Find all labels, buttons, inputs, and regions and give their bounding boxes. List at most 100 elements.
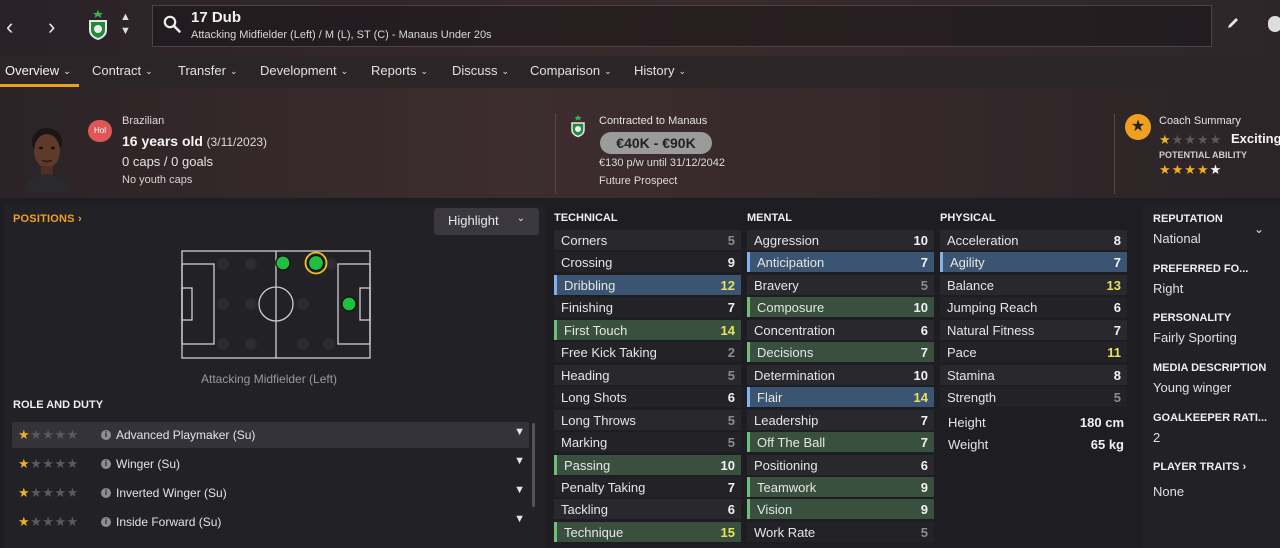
tab-comparison[interactable]: Comparison ⌄ (530, 63, 612, 78)
attribute-row[interactable]: Agility 7 (940, 252, 1127, 273)
more-icon[interactable] (1268, 16, 1280, 32)
chevron-down-icon[interactable]: ▼ (514, 455, 525, 467)
edit-pen-icon[interactable] (1226, 16, 1240, 30)
attribute-row[interactable]: Off The Ball 7 (747, 432, 934, 453)
divider (1114, 114, 1115, 194)
attribute-value: 7 (1113, 255, 1121, 271)
attribute-row[interactable]: Determination 10 (747, 364, 934, 385)
attribute-row[interactable]: Marking 5 (554, 432, 741, 453)
attribute-row[interactable]: Heading 5 (554, 364, 741, 385)
attribute-row[interactable]: Free Kick Taking 2 (554, 342, 741, 363)
attribute-row[interactable]: Long Shots 6 (554, 387, 741, 408)
attribute-row[interactable]: Acceleration 8 (940, 230, 1127, 250)
attribute-name: Decisions (757, 345, 814, 361)
tab-reports[interactable]: Reports ⌄ (371, 63, 428, 78)
player-switch-arrows[interactable]: ▲ ▼ (120, 10, 131, 38)
attribute-value: 6 (727, 390, 735, 406)
attribute-value: 5 (920, 277, 928, 293)
attribute-row[interactable]: First Touch 14 (554, 319, 741, 340)
attribute-row[interactable]: Aggression 10 (747, 230, 934, 250)
highlight-dropdown[interactable]: Highlight ⌄ (434, 208, 539, 235)
attribute-value: 2 (727, 345, 735, 361)
chevron-down-icon[interactable]: ▼ (514, 484, 525, 496)
attribute-row[interactable]: Finishing 7 (554, 297, 741, 318)
attribute-row[interactable]: Long Throws 5 (554, 409, 741, 430)
tab-history[interactable]: History ⌄ (634, 63, 686, 78)
roles-scrollbar[interactable] (532, 423, 535, 507)
positions-header[interactable]: POSITIONS › (13, 213, 82, 225)
value-range-pill[interactable]: €40K - €90K (600, 132, 712, 154)
attribute-row[interactable]: Strength 5 (940, 387, 1127, 408)
tab-transfer[interactable]: Transfer ⌄ (178, 63, 237, 78)
info-icon[interactable]: i (101, 430, 111, 440)
coach-summary-title[interactable]: Coach Summary (1159, 115, 1241, 127)
attribute-row[interactable]: Crossing 9 (554, 252, 741, 273)
youth-caps: No youth caps (122, 174, 193, 186)
role-row[interactable]: ★★★★★ i Inside Forward (Su) ▼ (12, 509, 529, 535)
attribute-value: 6 (1113, 300, 1121, 316)
attribute-row[interactable]: Positioning 6 (747, 454, 934, 475)
attribute-name: Tackling (561, 502, 608, 518)
tab-contract[interactable]: Contract ⌄ (92, 63, 153, 78)
role-stars: ★★★★★ (18, 427, 79, 442)
prospect-status: Future Prospect (599, 175, 678, 187)
tab-overview[interactable]: Overview ⌄ (5, 63, 71, 78)
attribute-value: 15 (720, 524, 735, 540)
attribute-row[interactable]: Anticipation 7 (747, 252, 934, 273)
attribute-row[interactable]: Tackling 6 (554, 499, 741, 520)
player-traits-label[interactable]: PLAYER TRAITS › (1153, 461, 1246, 473)
role-name: Inverted Winger (Su) (116, 486, 227, 500)
attribute-row[interactable]: Stamina 8 (940, 364, 1127, 385)
club-crest-icon[interactable] (86, 10, 110, 40)
role-row[interactable]: ★★★★★ i Winger (Su) ▼ (12, 451, 529, 477)
player-search-box[interactable]: 17 Dub Attacking Midfielder (Left) / M (… (152, 5, 1212, 47)
role-name: Inside Forward (Su) (116, 515, 222, 529)
role-row[interactable]: ★★★★★ i Advanced Playmaker (Su) ▼ (12, 422, 529, 448)
attribute-value: 7 (1113, 322, 1121, 338)
info-icon[interactable]: i (101, 488, 111, 498)
attribute-row[interactable]: Jumping Reach 6 (940, 297, 1127, 318)
attribute-row[interactable]: Work Rate 5 (747, 521, 934, 542)
attribute-row[interactable]: Pace 11 (940, 342, 1127, 363)
attribute-row[interactable]: Leadership 7 (747, 409, 934, 430)
chevron-down-icon[interactable]: ⌄ (1254, 222, 1264, 236)
role-row[interactable]: ★★★★★ i Inverted Winger (Su) ▼ (12, 480, 529, 506)
contract-club[interactable]: Contracted to Manaus (599, 115, 707, 127)
attribute-row[interactable]: Concentration 6 (747, 319, 934, 340)
divider (555, 114, 556, 194)
info-icon[interactable]: i (101, 459, 111, 469)
attribute-name: Marking (561, 435, 608, 451)
position-pitch[interactable] (181, 250, 371, 360)
chevron-down-icon[interactable]: ▼ (514, 426, 525, 438)
attribute-row[interactable]: Balance 13 (940, 274, 1127, 295)
attribute-name: Acceleration (947, 233, 1019, 248)
role-stars: ★★★★★ (18, 456, 79, 471)
personality-label: PERSONALITY (1153, 312, 1232, 324)
attribute-row[interactable]: Vision 9 (747, 499, 934, 520)
age: 16 years old (122, 133, 203, 149)
attribute-row[interactable]: Penalty Taking 7 (554, 476, 741, 497)
attribute-row[interactable]: Teamwork 9 (747, 476, 934, 497)
attribute-row[interactable]: Natural Fitness 7 (940, 319, 1127, 340)
chevron-down-icon[interactable]: ▼ (514, 513, 525, 525)
forward-arrow-icon[interactable]: › (48, 14, 55, 40)
info-icon[interactable]: i (101, 517, 111, 527)
mental-header: MENTAL (747, 212, 793, 224)
attribute-row[interactable]: Flair 14 (747, 387, 934, 408)
attribute-row[interactable]: Passing 10 (554, 454, 741, 475)
media-description-value: Young winger (1153, 380, 1232, 395)
attribute-row[interactable]: Technique 15 (554, 521, 741, 542)
attribute-row[interactable]: Composure 10 (747, 297, 934, 318)
date-of-birth: (3/11/2023) (206, 135, 268, 149)
back-arrow-icon[interactable]: ‹ (6, 14, 13, 40)
position-badge[interactable]: Hol (88, 120, 112, 142)
tab-development[interactable]: Development ⌄ (260, 63, 348, 78)
attribute-row[interactable]: Corners 5 (554, 230, 741, 250)
potential-ability-stars: ★★★★★ (1159, 162, 1223, 177)
attribute-row[interactable]: Dribbling 12 (554, 274, 741, 295)
attribute-row[interactable]: Decisions 7 (747, 342, 934, 363)
tab-discuss[interactable]: Discuss ⌄ (452, 63, 509, 78)
attribute-value: 5 (1113, 390, 1121, 406)
attribute-row[interactable]: Bravery 5 (747, 274, 934, 295)
coach-rating-word: Exciting (1231, 131, 1280, 146)
